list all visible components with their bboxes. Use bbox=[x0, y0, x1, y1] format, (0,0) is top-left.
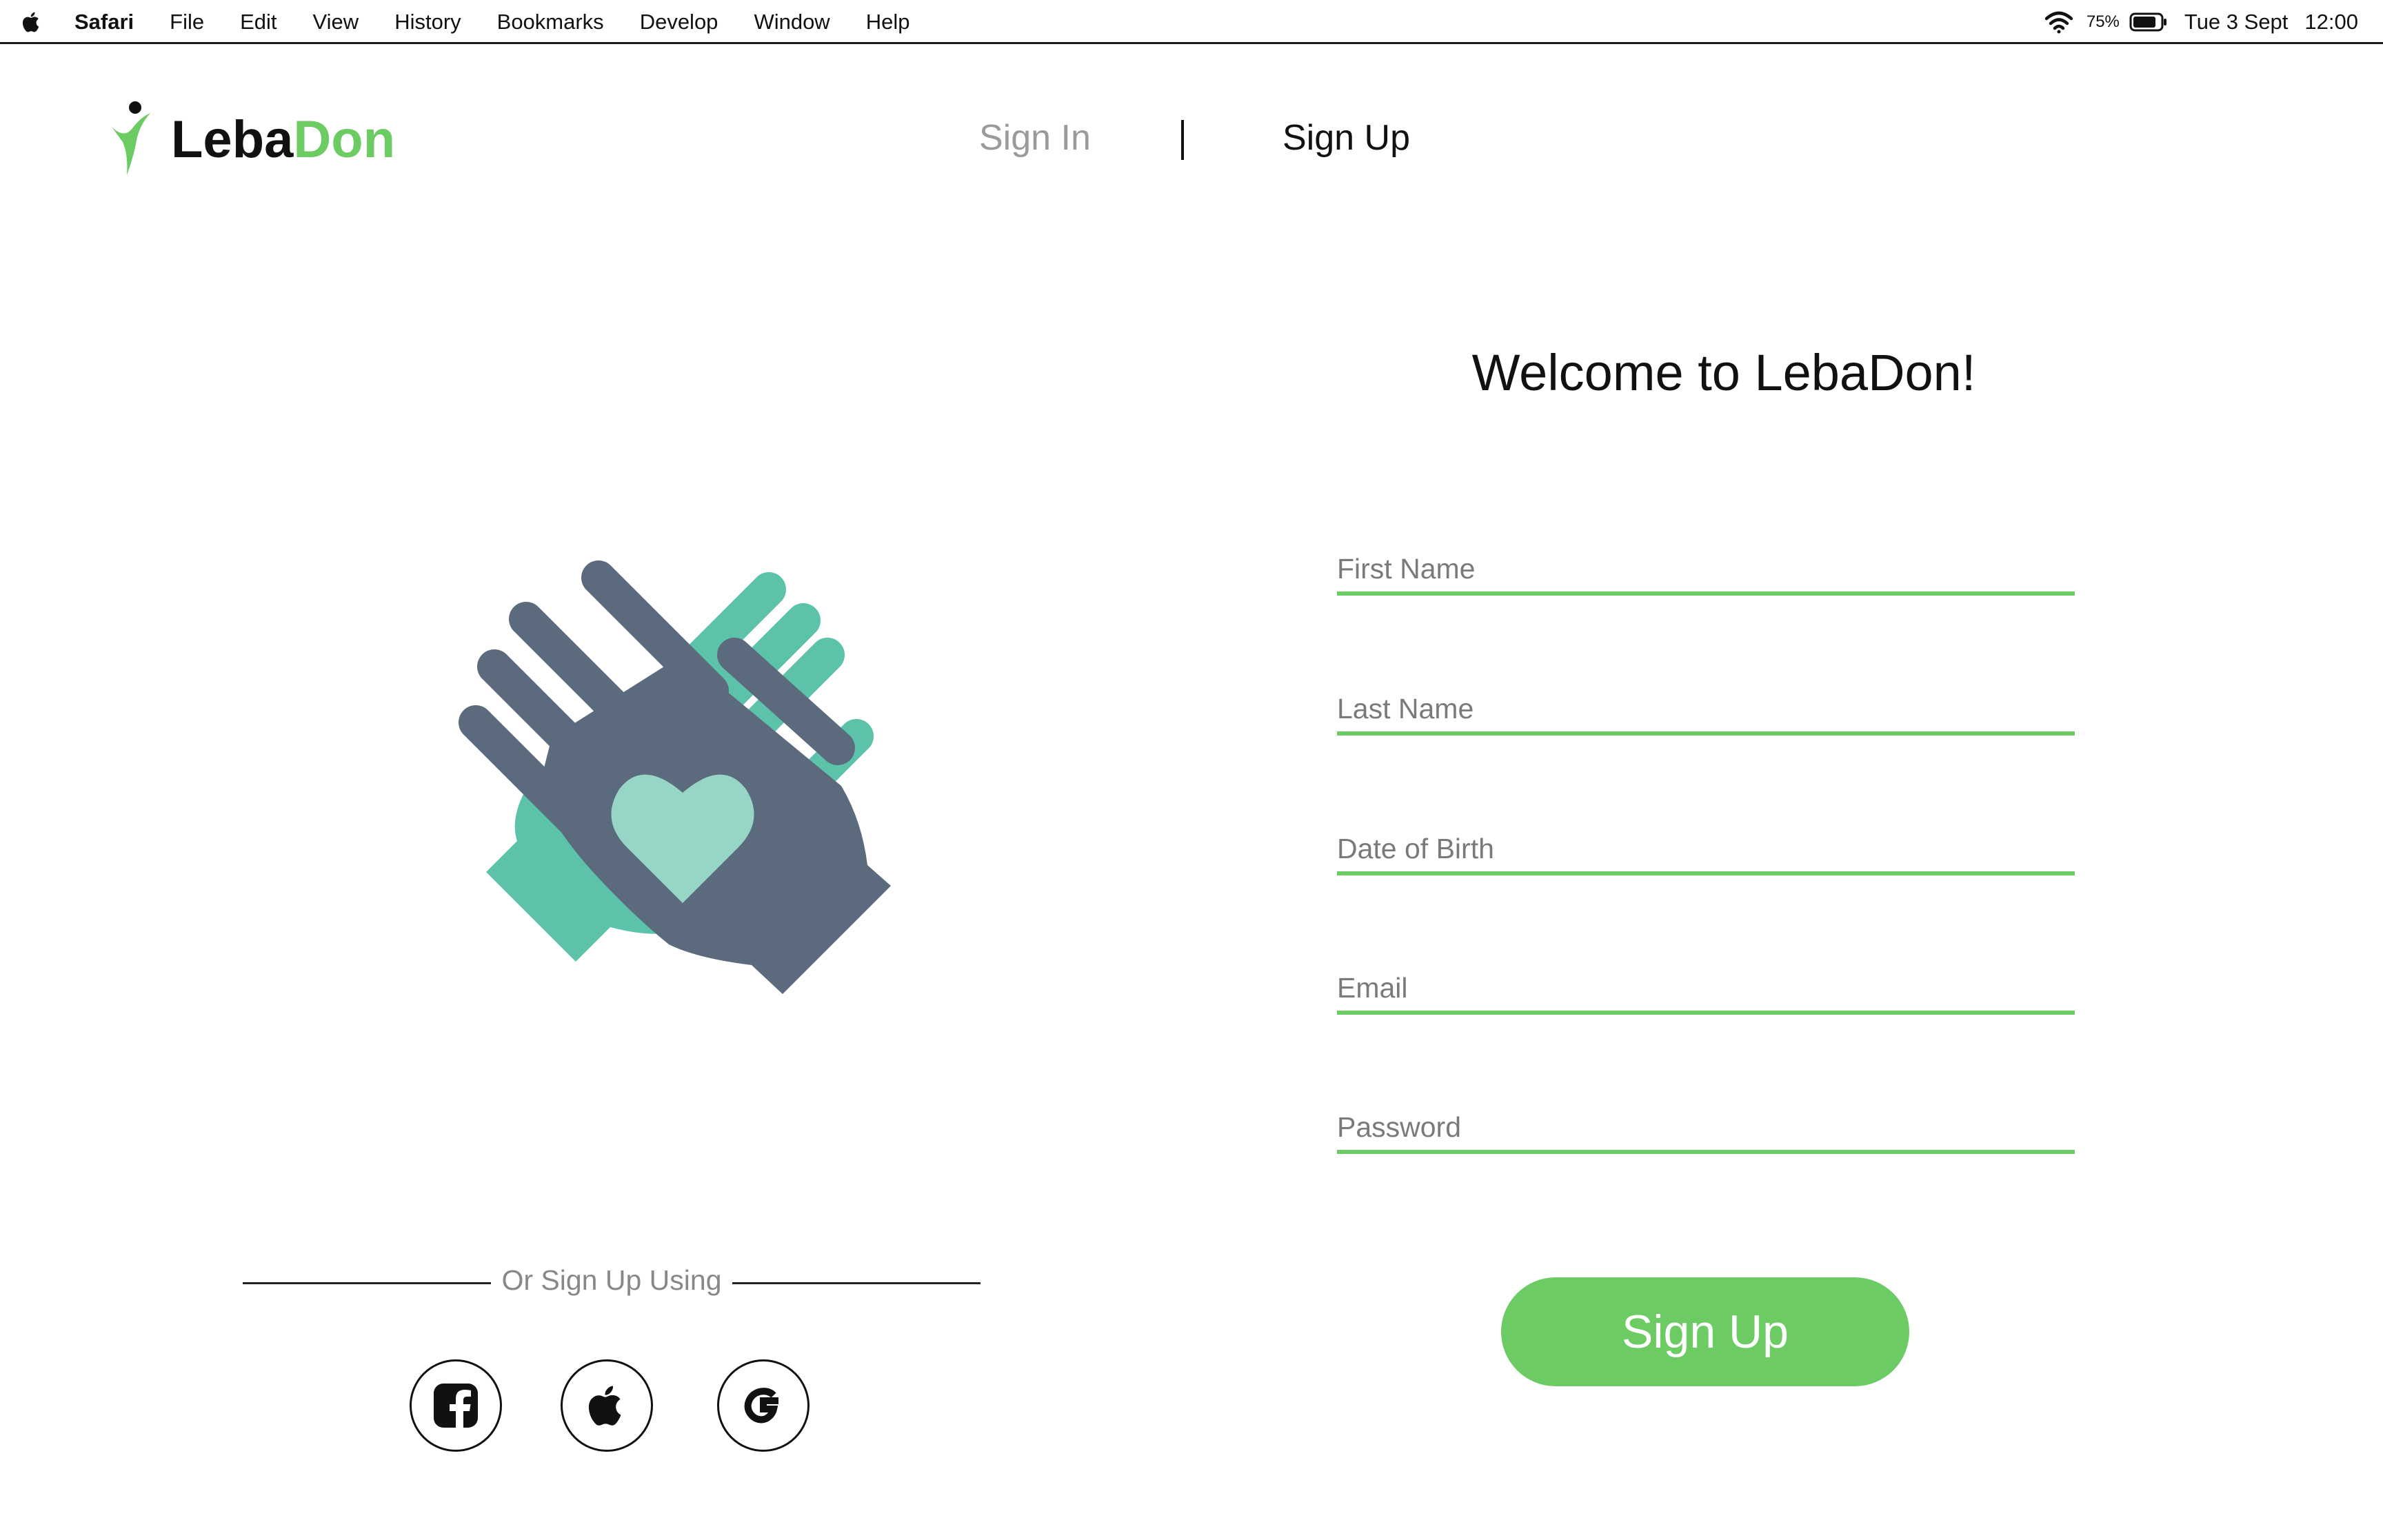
logo-figure-icon bbox=[112, 101, 150, 175]
password-input[interactable] bbox=[1337, 1100, 2075, 1148]
brand-name: LebaDon bbox=[171, 110, 395, 170]
facebook-signup-button[interactable] bbox=[410, 1359, 502, 1452]
nav-sign-in-link[interactable]: Sign In bbox=[979, 117, 1091, 159]
date-of-birth-field bbox=[1337, 821, 2075, 876]
menubar-date[interactable]: Tue 3 Sept bbox=[2184, 10, 2289, 34]
nav-divider bbox=[1181, 120, 1184, 160]
last-name-underline bbox=[1337, 731, 2075, 736]
menu-edit[interactable]: Edit bbox=[240, 10, 276, 34]
menu-view[interactable]: View bbox=[313, 10, 359, 34]
status-area: 75% Tue 3 Sept 12:00 bbox=[2044, 0, 2358, 44]
menubar-time[interactable]: 12:00 bbox=[2304, 10, 2358, 34]
last-name-field bbox=[1337, 681, 2075, 736]
social-divider: Or Sign Up Using bbox=[243, 1262, 981, 1303]
menu-history[interactable]: History bbox=[394, 10, 461, 34]
wifi-icon[interactable] bbox=[2044, 10, 2074, 34]
battery-percent: 75% bbox=[2086, 12, 2120, 31]
divider-line-right bbox=[732, 1282, 981, 1284]
menu-app-name[interactable]: Safari bbox=[74, 10, 134, 34]
email-input[interactable] bbox=[1337, 960, 2075, 1009]
helping-hands-illustration bbox=[459, 560, 891, 994]
menu-items: Safari File Edit View History Bookmarks … bbox=[74, 0, 945, 44]
nav-sign-up-link[interactable]: Sign Up bbox=[1283, 117, 1410, 159]
sign-up-submit-button[interactable]: Sign Up bbox=[1501, 1277, 1909, 1386]
google-signup-button[interactable] bbox=[717, 1359, 810, 1452]
menu-bar: Safari File Edit View History Bookmarks … bbox=[0, 0, 2383, 44]
password-underline bbox=[1337, 1150, 2075, 1154]
first-name-field bbox=[1337, 541, 2075, 596]
menu-help[interactable]: Help bbox=[866, 10, 910, 34]
date-of-birth-underline bbox=[1337, 871, 2075, 875]
email-field bbox=[1337, 960, 2075, 1015]
email-underline bbox=[1337, 1011, 2075, 1015]
menu-window[interactable]: Window bbox=[754, 10, 829, 34]
first-name-underline bbox=[1337, 591, 2075, 596]
brand-name-part2: Don bbox=[293, 110, 396, 169]
last-name-input[interactable] bbox=[1337, 681, 2075, 729]
battery-icon[interactable] bbox=[2129, 12, 2168, 32]
welcome-heading: Welcome to LebaDon! bbox=[1471, 344, 1976, 401]
social-divider-text: Or Sign Up Using bbox=[501, 1264, 722, 1296]
date-of-birth-input[interactable] bbox=[1337, 821, 2075, 869]
apple-signup-button[interactable] bbox=[561, 1359, 653, 1452]
google-icon bbox=[744, 1388, 778, 1424]
facebook-icon bbox=[434, 1384, 478, 1428]
brand-logo[interactable]: LebaDon bbox=[109, 98, 395, 181]
apple-icon bbox=[588, 1386, 621, 1426]
apple-menu-icon[interactable] bbox=[19, 10, 44, 34]
menu-bookmarks[interactable]: Bookmarks bbox=[497, 10, 604, 34]
password-field bbox=[1337, 1100, 2075, 1155]
menu-develop[interactable]: Develop bbox=[640, 10, 718, 34]
first-name-input[interactable] bbox=[1337, 541, 2075, 589]
menu-file[interactable]: File bbox=[170, 10, 204, 34]
brand-name-part1: Leba bbox=[171, 110, 294, 169]
